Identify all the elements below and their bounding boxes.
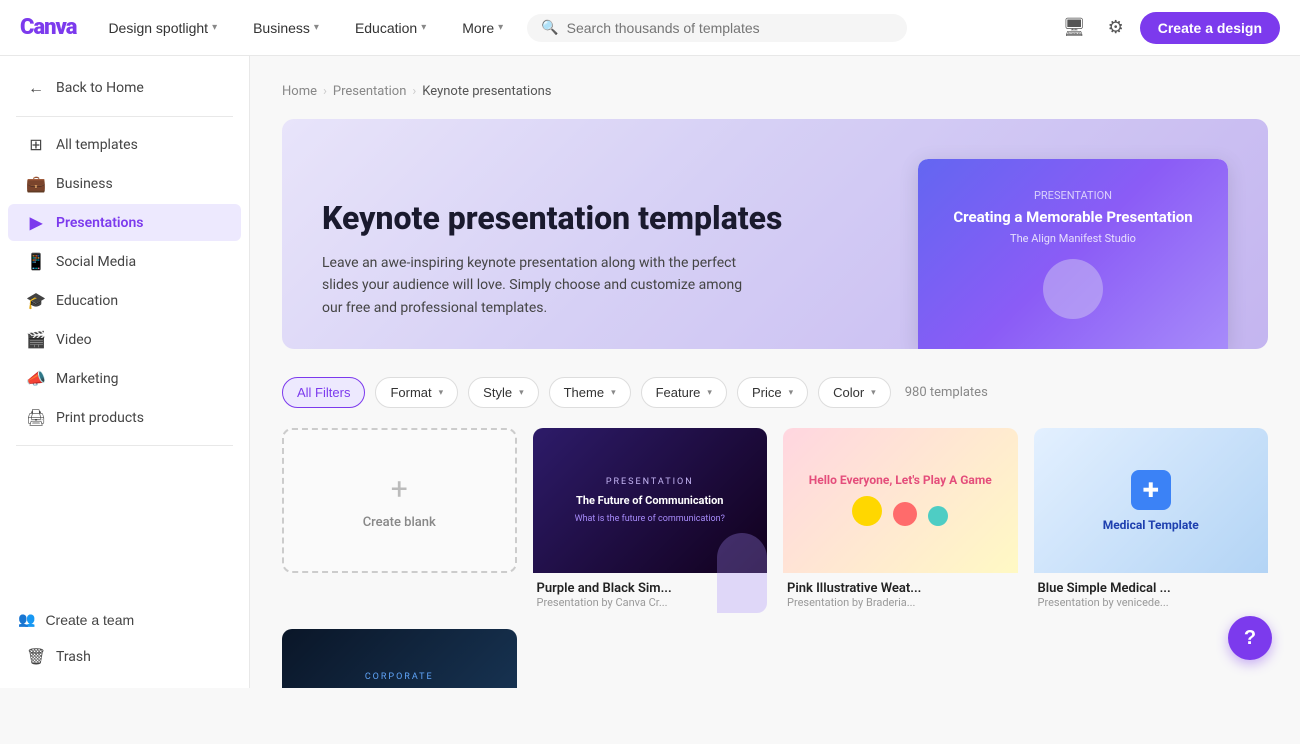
topbar-right: 🖥 ⚙ Create a design — [1057, 11, 1280, 44]
monitor-icon-btn[interactable]: 🖥 — [1057, 11, 1092, 44]
canva-logo: Canva — [20, 15, 76, 40]
back-icon: ← — [26, 78, 46, 98]
breadcrumb-sep-2: › — [412, 84, 416, 99]
team-icon: 👥 — [18, 611, 35, 628]
create-design-button[interactable]: Create a design — [1140, 12, 1280, 44]
chevron-down-icon: ▾ — [314, 22, 319, 33]
nav-more[interactable]: More ▾ — [450, 14, 515, 42]
sidebar-divider-2 — [16, 445, 233, 446]
chevron-down-icon: ▾ — [421, 22, 426, 33]
video-icon: 🎬 — [26, 330, 46, 349]
sidebar-item-trash[interactable]: 🗑 Trash — [8, 638, 241, 675]
chevron-down-icon: ▾ — [212, 22, 217, 33]
help-fab-button[interactable]: ? — [1228, 616, 1272, 660]
breadcrumb-presentation[interactable]: Presentation — [333, 84, 407, 99]
hero-preview-sub: The Align Manifest Studio — [1010, 232, 1136, 245]
filter-feature[interactable]: Feature ▾ — [641, 377, 727, 408]
sidebar-item-all-templates[interactable]: ⊞ All templates — [8, 126, 241, 163]
chevron-down-icon: ▾ — [789, 387, 794, 398]
template-card-dark-modern[interactable]: CORPORATE Company Profile Dark Modern an… — [282, 629, 517, 688]
grid-icon: ⊞ — [26, 135, 46, 154]
hero-text: Keynote presentation templates Leave an … — [322, 199, 888, 349]
templates-count: 980 templates — [905, 385, 988, 400]
hero-description: Leave an awe-inspiring keynote presentat… — [322, 252, 762, 319]
print-icon: 🖨 — [26, 408, 46, 427]
education-icon: 🎓 — [26, 291, 46, 310]
create-blank-inner[interactable]: + Create blank — [282, 428, 517, 573]
filter-style[interactable]: Style ▾ — [468, 377, 538, 408]
trash-icon: 🗑 — [26, 647, 46, 666]
sidebar-item-video[interactable]: 🎬 Video — [8, 321, 241, 358]
breadcrumb-current: Keynote presentations — [422, 84, 551, 99]
sidebar-item-presentations[interactable]: ▶ Presentations — [8, 204, 241, 241]
breadcrumb-home[interactable]: Home — [282, 84, 317, 99]
breadcrumb-sep-1: › — [323, 84, 327, 99]
megaphone-icon: 📣 — [26, 369, 46, 388]
hero-preview-eyebrow: PRESENTATION — [1034, 189, 1112, 202]
filter-all-filters[interactable]: All Filters — [282, 377, 365, 408]
create-team-button[interactable]: 👥 Create a team — [0, 602, 249, 637]
main-content: Home › Presentation › Keynote presentati… — [250, 56, 1300, 688]
settings-icon-btn[interactable]: ⚙ — [1102, 11, 1130, 44]
sidebar-item-marketing[interactable]: 📣 Marketing — [8, 360, 241, 397]
sidebar-back-home[interactable]: ← Back to Home — [8, 69, 241, 107]
hero-preview-title: Creating a Memorable Presentation — [933, 208, 1212, 226]
chevron-down-icon: ▾ — [611, 387, 616, 398]
filter-price[interactable]: Price ▾ — [737, 377, 808, 408]
chevron-down-icon: ▾ — [439, 387, 444, 398]
hero-preview-circle — [1043, 259, 1103, 319]
topbar: Canva Design spotlight ▾ Business ▾ Educ… — [0, 0, 1300, 56]
filter-color[interactable]: Color ▾ — [818, 377, 891, 408]
chevron-down-icon: ▾ — [519, 387, 524, 398]
breadcrumb: Home › Presentation › Keynote presentati… — [282, 84, 1268, 99]
sidebar-item-business[interactable]: 💼 Business — [8, 165, 241, 202]
nav-business[interactable]: Business ▾ — [241, 14, 331, 42]
sidebar-item-education[interactable]: 🎓 Education — [8, 282, 241, 319]
filter-format[interactable]: Format ▾ — [375, 377, 458, 408]
filters-bar: All Filters Format ▾ Style ▾ Theme ▾ Fea… — [282, 377, 1268, 408]
search-icon: 🔍 — [541, 20, 558, 36]
briefcase-icon: 💼 — [26, 174, 46, 193]
chevron-down-icon: ▾ — [707, 387, 712, 398]
search-bar: 🔍 — [527, 14, 907, 42]
create-blank-card[interactable]: + Create blank — [282, 428, 517, 613]
sidebar: ← Back to Home ⊞ All templates 💼 Busines… — [0, 56, 250, 688]
chevron-down-icon: ▾ — [871, 387, 876, 398]
template-card-purple-black[interactable]: PRESENTATION The Future of Communication… — [533, 428, 768, 613]
plus-icon: + — [391, 472, 408, 507]
play-icon: ▶ — [26, 213, 46, 232]
search-input[interactable] — [567, 20, 894, 36]
main-layout: ← Back to Home ⊞ All templates 💼 Busines… — [0, 56, 1300, 688]
template-card-blue-medical[interactable]: ✚ Medical Template Blue Simple Medical .… — [1034, 428, 1269, 613]
sidebar-item-print-products[interactable]: 🖨 Print products — [8, 399, 241, 436]
sidebar-divider-1 — [16, 116, 233, 117]
nav-design-spotlight[interactable]: Design spotlight ▾ — [96, 14, 229, 42]
sidebar-bottom: 👥 Create a team 🗑 Trash — [0, 602, 249, 676]
filter-theme[interactable]: Theme ▾ — [549, 377, 631, 408]
mobile-icon: 📱 — [26, 252, 46, 271]
chevron-down-icon: ▾ — [498, 22, 503, 33]
hero-section: Keynote presentation templates Leave an … — [282, 119, 1268, 349]
create-blank-label: Create blank — [363, 515, 436, 530]
hero-preview-card: PRESENTATION Creating a Memorable Presen… — [918, 159, 1228, 349]
nav-education[interactable]: Education ▾ — [343, 14, 438, 42]
sidebar-item-social-media[interactable]: 📱 Social Media — [8, 243, 241, 280]
hero-title: Keynote presentation templates — [322, 199, 888, 237]
template-card-pink-illustrative[interactable]: Hello Everyone, Let's Play A Game Pink I… — [783, 428, 1018, 613]
hero-preview-inner: PRESENTATION Creating a Memorable Presen… — [918, 159, 1228, 349]
templates-grid: + Create blank PRESENTATION The Future o… — [282, 428, 1268, 688]
